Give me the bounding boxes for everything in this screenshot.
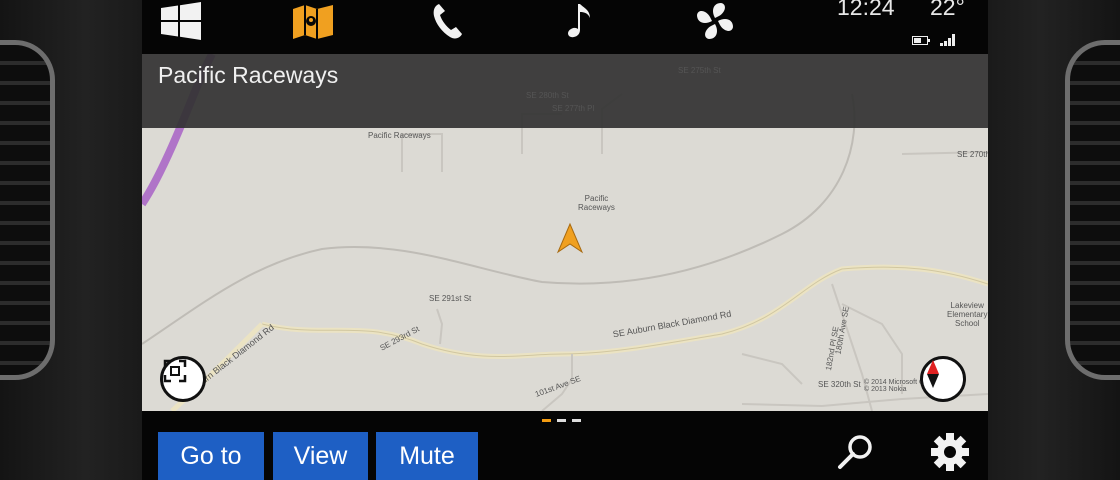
page-dot[interactable] — [572, 419, 581, 422]
search-icon — [838, 435, 872, 469]
mute-button[interactable]: Mute — [376, 432, 478, 480]
fan-icon[interactable] — [692, 0, 738, 42]
status-indicators — [912, 34, 956, 46]
street-label: SE 275th St — [678, 66, 721, 75]
street-label: SE 280th St — [526, 91, 569, 100]
location-arrow — [556, 222, 584, 254]
settings-button[interactable] — [928, 430, 972, 474]
map-icon[interactable] — [290, 0, 336, 42]
fit-view-icon — [163, 359, 187, 383]
air-vent-right — [1065, 40, 1120, 380]
page-dot[interactable] — [557, 419, 566, 422]
compass-button[interactable] — [920, 356, 966, 402]
place-label: Lakeview Elementary School — [947, 301, 988, 328]
windows-logo-icon[interactable] — [158, 0, 204, 42]
clock: 12:24 — [837, 0, 895, 20]
top-bar: 12:24 22° — [142, 0, 988, 52]
street-label: SE 277th Pl — [552, 104, 595, 113]
infotainment-screen: 12:24 22° Pacific Raceways SE 275th St S… — [142, 0, 988, 480]
page-dot[interactable] — [542, 419, 551, 422]
place-label: Pacific Raceways — [368, 131, 431, 140]
search-button[interactable] — [834, 430, 878, 474]
temperature: 22° — [930, 0, 965, 20]
compass-icon — [927, 360, 939, 388]
air-vent-left — [0, 40, 55, 380]
dashboard-left — [0, 0, 142, 480]
music-note-icon[interactable] — [556, 0, 602, 42]
recenter-button[interactable] — [160, 356, 206, 402]
page-indicator — [542, 419, 581, 422]
street-label: SE 270th — [957, 150, 988, 159]
view-button[interactable]: View — [273, 432, 368, 480]
goto-button[interactable]: Go to — [158, 432, 264, 480]
place-title: Pacific Raceways — [158, 62, 339, 88]
battery-icon — [912, 35, 930, 45]
place-label: Pacific Raceways — [578, 194, 615, 212]
gear-icon — [931, 433, 969, 471]
signal-icon — [940, 34, 955, 46]
map-view[interactable]: Pacific Raceways SE 275th St SE 280th St… — [142, 54, 988, 411]
dashboard-right — [988, 0, 1120, 480]
phone-icon[interactable] — [424, 0, 470, 42]
street-label: SE 320th St — [818, 380, 861, 389]
street-label: SE 291st St — [429, 294, 472, 303]
